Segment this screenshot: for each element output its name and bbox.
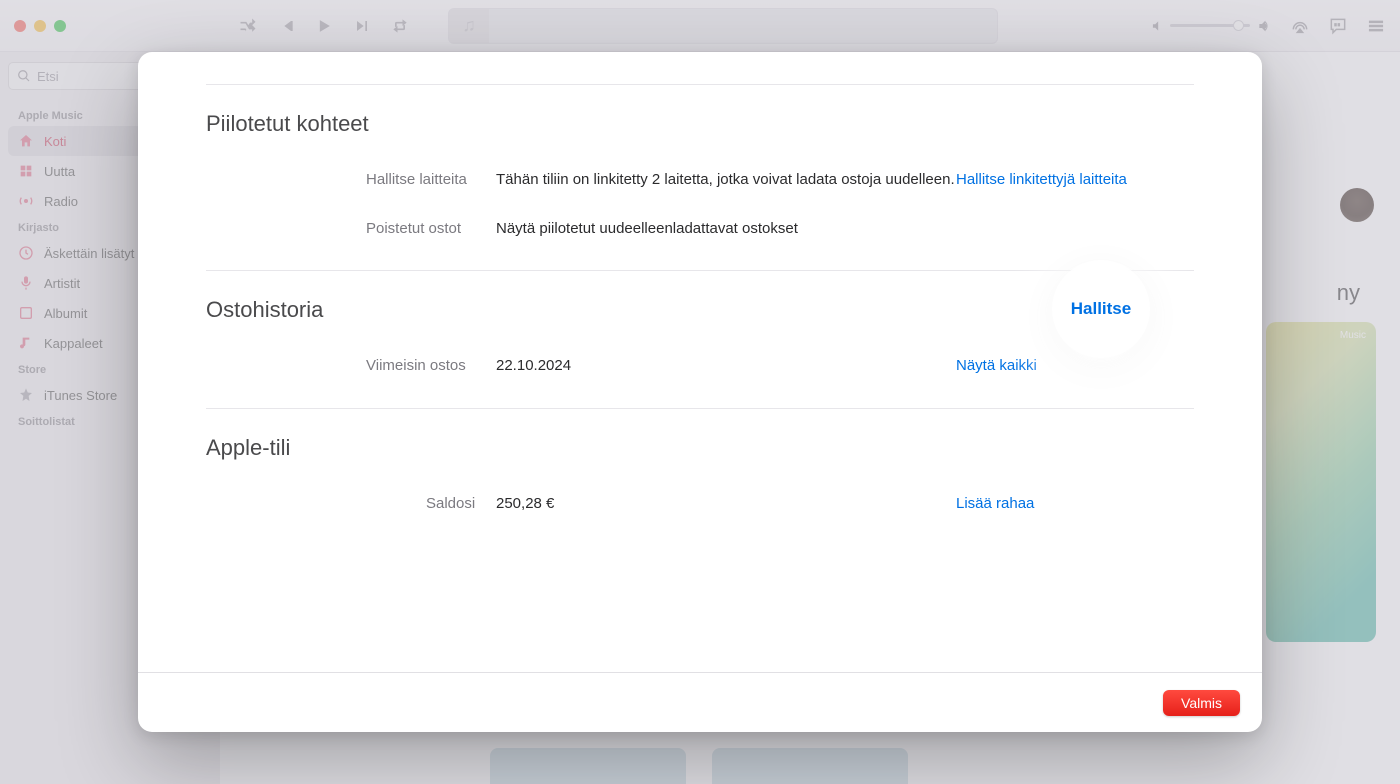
- row-removed-purchases: Poistetut ostot Näytä piilotetut uudeell…: [206, 218, 1194, 241]
- row-balance: Saldosi 250,28 € Lisää rahaa: [206, 493, 1194, 516]
- label-manage-devices: Hallitse laitteita: [206, 169, 496, 192]
- value-balance: 250,28 €: [496, 493, 956, 516]
- section-title-hidden: Piilotetut kohteet: [206, 111, 1194, 137]
- section-title-account: Apple-tili: [206, 435, 1194, 461]
- account-settings-modal: Piilotetut kohteet Hallitse laitteita Tä…: [138, 52, 1262, 732]
- done-button[interactable]: Valmis: [1163, 690, 1240, 716]
- value-manage-devices: Tähän tiliin on linkitetty 2 laitetta, j…: [496, 169, 956, 192]
- row-last-purchase: Viimeisin ostos 22.10.2024 Näytä kaikki: [206, 355, 1194, 378]
- link-show-all[interactable]: Näytä kaikki: [956, 357, 1037, 374]
- section-title-history: Ostohistoria: [206, 297, 1194, 323]
- label-last-purchase: Viimeisin ostos: [206, 355, 496, 378]
- section-apple-account: Apple-tili Saldosi 250,28 € Lisää rahaa: [206, 409, 1194, 516]
- label-balance: Saldosi: [206, 493, 496, 516]
- link-manage-linked-devices[interactable]: Hallitse linkitettyjä laitteita: [956, 171, 1127, 188]
- link-manage-hidden[interactable]: Hallitse: [1071, 299, 1131, 319]
- link-add-funds[interactable]: Lisää rahaa: [956, 495, 1034, 512]
- row-manage-devices: Hallitse laitteita Tähän tiliin on linki…: [206, 169, 1194, 192]
- value-last-purchase: 22.10.2024: [496, 355, 956, 378]
- section-hidden-items: Piilotetut kohteet Hallitse laitteita Tä…: [206, 85, 1194, 270]
- value-removed-purchases: Näytä piilotetut uudeelleenladattavat os…: [496, 218, 956, 241]
- modal-footer: Valmis: [138, 672, 1262, 732]
- section-purchase-history: Ostohistoria Viimeisin ostos 22.10.2024 …: [206, 271, 1194, 408]
- label-removed-purchases: Poistetut ostot: [206, 218, 496, 241]
